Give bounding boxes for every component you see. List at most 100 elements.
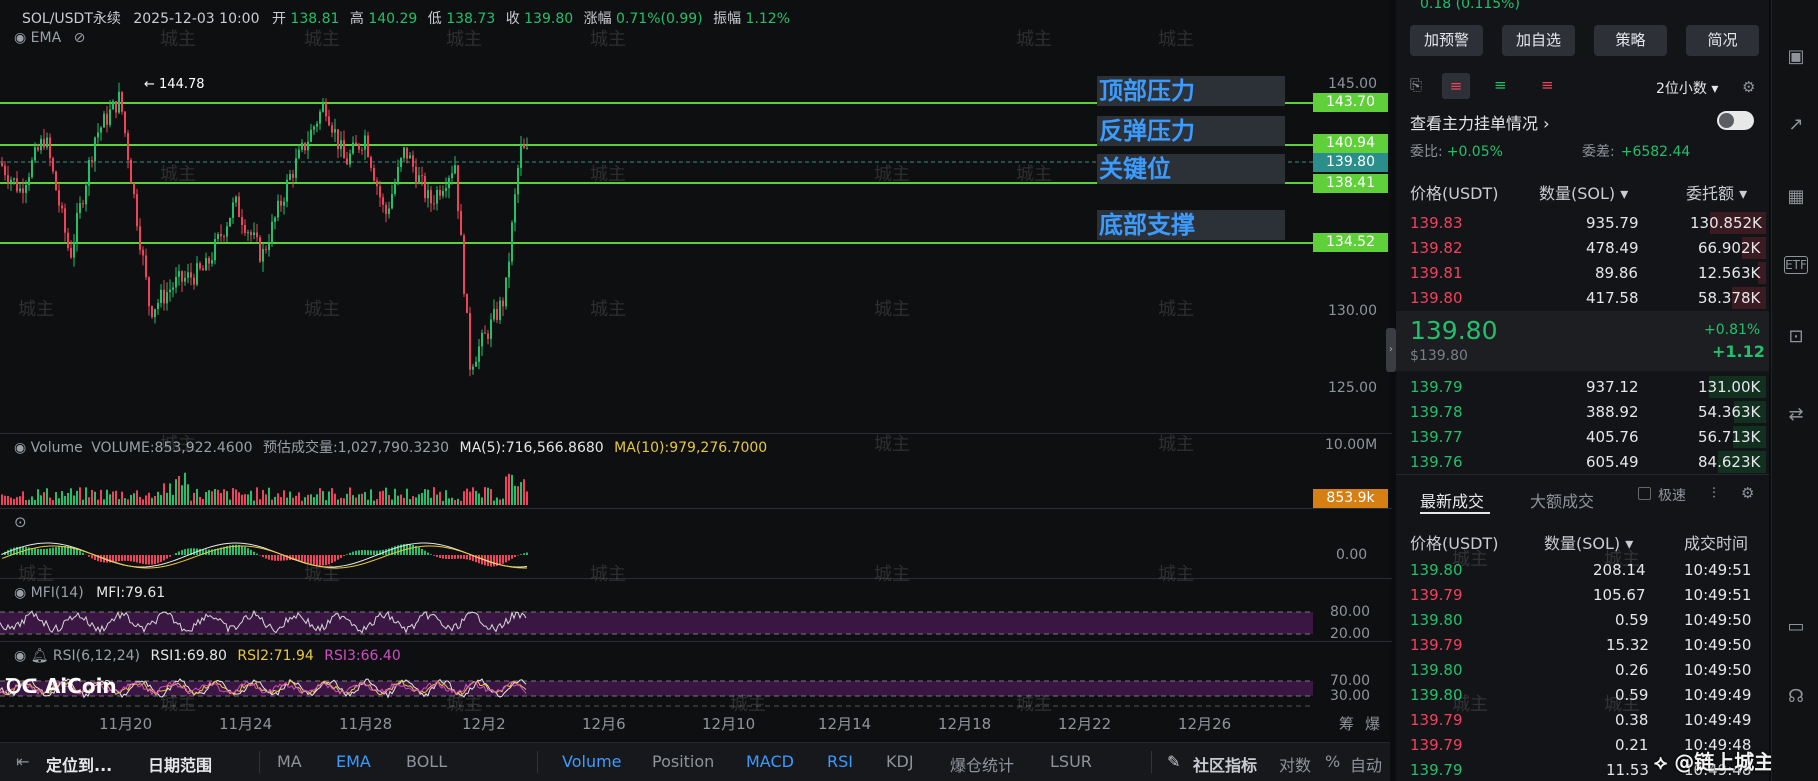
swap-icon[interactable]: ⇄ — [1784, 404, 1808, 428]
hide-eye-icon[interactable]: ⊘ — [74, 30, 86, 46]
tab-latest-trades[interactable]: 最新成交 — [1420, 488, 1484, 512]
date-range-button[interactable]: 日期范围 — [148, 752, 212, 776]
overview-button[interactable]: 简况 — [1686, 25, 1759, 56]
zone-top-pressure[interactable]: 顶部压力 — [1097, 76, 1285, 106]
layout-icon[interactable]: ▭ — [1784, 616, 1808, 640]
macd-bar — [370, 550, 372, 555]
ma-toggle[interactable]: MA — [277, 752, 302, 771]
main-orders-link[interactable]: 查看主力挂单情况 › — [1410, 110, 1550, 134]
indicator-row[interactable]: ◉ EMA ⊘ — [14, 30, 85, 46]
bid-price[interactable]: 139.79 — [1410, 378, 1463, 396]
trade-header-qty[interactable]: 数量(SOL) ▾ — [1544, 530, 1633, 554]
auto-scale-toggle[interactable]: 自动 — [1350, 752, 1382, 776]
strategy-button[interactable]: 策略 — [1594, 25, 1667, 56]
kdj-toggle[interactable]: KDJ — [886, 752, 914, 771]
candle-body — [433, 203, 435, 205]
candle-body — [106, 113, 108, 125]
volume-badge: 853.9k — [1313, 489, 1388, 508]
candlestick-chart[interactable] — [0, 0, 1390, 740]
macd-bar — [151, 555, 153, 565]
volume-bar — [295, 495, 297, 505]
ask-price[interactable]: 139.80 — [1410, 289, 1463, 307]
rsi-toggle[interactable]: RSI — [827, 752, 853, 771]
main-orders-toggle[interactable] — [1717, 111, 1754, 130]
collapse-icon[interactable]: ◉ — [14, 30, 26, 46]
bid-price[interactable]: 139.77 — [1410, 428, 1463, 446]
wallet-icon[interactable]: ▣ — [1784, 46, 1808, 70]
bid-price[interactable]: 139.76 — [1410, 453, 1463, 471]
chart-panel[interactable]: SOL/USDT永续 2025-12-03 10:00 开 138.81 高 1… — [0, 0, 1392, 740]
bid-price[interactable]: 139.78 — [1410, 403, 1463, 421]
macd-toggle[interactable]: MACD — [746, 752, 794, 771]
zone-rebound-pressure[interactable]: 反弹压力 — [1097, 116, 1285, 146]
collapse-icon[interactable]: ◉ — [14, 440, 26, 456]
chip-toggle[interactable]: 筹 — [1339, 713, 1354, 734]
macd-bar — [319, 555, 321, 566]
bell-icon[interactable]: 🔔︎ — [31, 648, 49, 664]
view-asks-icon[interactable]: ≡ — [1541, 76, 1561, 96]
community-indicators-button[interactable]: 社区指标 — [1193, 752, 1257, 776]
trade-price[interactable]: 139.79 — [1410, 711, 1463, 729]
aicoin-logo-text: AiCoin — [44, 674, 117, 698]
trade-price[interactable]: 139.79 — [1410, 761, 1463, 779]
trade-price[interactable]: 139.80 — [1410, 561, 1463, 579]
header-qty[interactable]: 数量(SOL) ▾ — [1539, 180, 1628, 204]
etf-icon[interactable]: ETF — [1784, 256, 1808, 274]
support-headset-icon[interactable]: ☊ — [1784, 686, 1808, 710]
filter-icon[interactable]: ⫶ — [1712, 484, 1716, 502]
macd-collapse-icon[interactable]: ⊙ — [14, 513, 27, 531]
edit-icon[interactable]: ✎ — [1167, 752, 1180, 771]
collapse-icon[interactable]: ◉ — [14, 648, 26, 664]
macd-bar — [508, 555, 510, 561]
ema-toggle[interactable]: EMA — [336, 752, 371, 771]
candle-body — [523, 144, 525, 149]
fast-checkbox[interactable] — [1638, 487, 1651, 500]
zone-key-level[interactable]: 关键位 — [1097, 154, 1285, 184]
calculator-icon[interactable]: ▦ — [1784, 186, 1808, 210]
percent-toggle[interactable]: % — [1325, 752, 1340, 771]
candle-body — [526, 148, 528, 150]
trade-price[interactable]: 139.79 — [1410, 586, 1463, 604]
trade-price[interactable]: 139.80 — [1410, 686, 1463, 704]
bid-amount: 131.00K — [1698, 378, 1761, 396]
view-bids-icon[interactable]: ≡ — [1494, 76, 1514, 96]
ask-price[interactable]: 139.82 — [1410, 239, 1463, 257]
log-scale-toggle[interactable]: 对数 — [1279, 752, 1311, 776]
trade-price[interactable]: 139.79 — [1410, 636, 1463, 654]
liquidation-toggle[interactable]: 爆 — [1365, 713, 1380, 734]
collapse-icon[interactable]: ◉ — [14, 585, 26, 601]
panel-collapse-handle[interactable]: › — [1386, 328, 1396, 372]
trend-chart-icon[interactable]: ↗ — [1784, 114, 1808, 138]
zone-bottom-support[interactable]: 底部支撑 — [1097, 210, 1285, 240]
view-both-icon[interactable]: ≡ — [1442, 73, 1470, 99]
ask-price[interactable]: 139.83 — [1410, 214, 1463, 232]
add-watchlist-button[interactable]: 加自选 — [1502, 25, 1575, 56]
ask-price[interactable]: 139.81 — [1410, 264, 1463, 282]
macd-bar — [268, 555, 270, 560]
trade-price[interactable]: 139.79 — [1410, 736, 1463, 754]
locate-button[interactable]: 定位到... — [46, 752, 112, 776]
trade-price[interactable]: 139.80 — [1410, 661, 1463, 679]
volume-bar — [193, 492, 195, 505]
liquidation-stats-toggle[interactable]: 爆仓统计 — [950, 752, 1014, 776]
position-toggle[interactable]: Position — [652, 752, 714, 771]
trade-settings-icon[interactable]: ⚙ — [1741, 484, 1754, 502]
bot-icon[interactable]: ⊡ — [1784, 326, 1808, 350]
lsur-toggle[interactable]: LSUR — [1050, 752, 1092, 771]
boll-toggle[interactable]: BOLL — [406, 752, 447, 771]
trade-price[interactable]: 139.80 — [1410, 611, 1463, 629]
header-amount[interactable]: 委托额 ▾ — [1686, 180, 1747, 204]
tab-large-trades[interactable]: 大额成交 — [1530, 488, 1594, 512]
view-toggle-icon[interactable]: ⎘ — [1410, 76, 1430, 96]
decimal-select[interactable]: 2位小数 ▾ — [1656, 78, 1718, 98]
candle-body — [439, 189, 441, 196]
locate-icon[interactable]: ⇤ — [16, 752, 29, 771]
volume-toggle[interactable]: Volume — [562, 752, 622, 771]
ema-indicator-label[interactable]: EMA — [31, 30, 62, 46]
settings-icon[interactable]: ⚙ — [1742, 78, 1755, 96]
candle-body — [280, 200, 282, 206]
candle-body — [46, 137, 48, 148]
volume-bar — [115, 490, 117, 505]
add-alert-button[interactable]: 加预警 — [1410, 25, 1483, 56]
rsi1-value: RSI1:69.80 — [150, 648, 227, 664]
